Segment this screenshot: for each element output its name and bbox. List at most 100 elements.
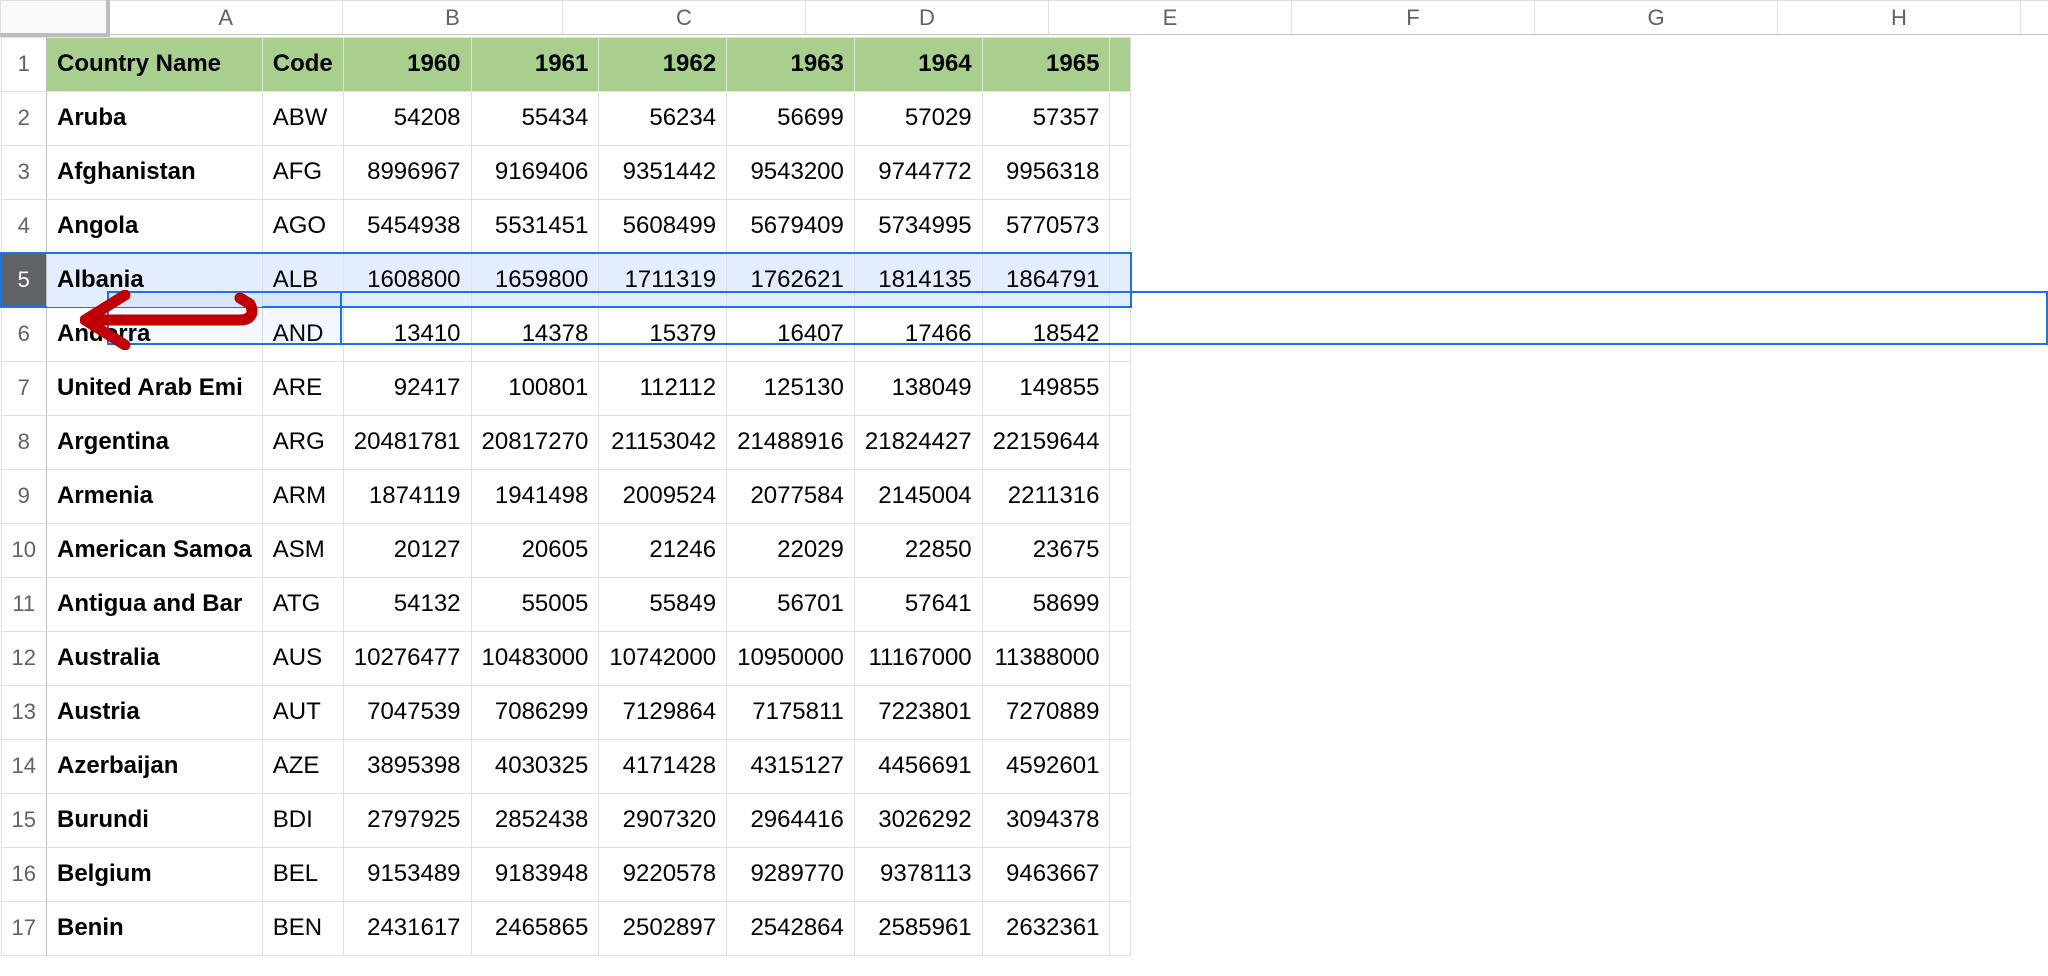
- cell-f7[interactable]: 125130: [727, 361, 855, 415]
- cell-extra-3[interactable]: [1110, 145, 1131, 199]
- cell-c11[interactable]: 54132: [343, 577, 471, 631]
- cell-c5[interactable]: 1608800: [343, 253, 471, 307]
- cell-e13[interactable]: 7129864: [599, 685, 727, 739]
- col-header-b[interactable]: B: [343, 1, 563, 35]
- cell-b13[interactable]: AUT: [262, 685, 343, 739]
- cell-h12[interactable]: 11388000: [982, 631, 1110, 685]
- cell-e3[interactable]: 9351442: [599, 145, 727, 199]
- cell-b15[interactable]: BDI: [262, 793, 343, 847]
- cell-d5[interactable]: 1659800: [471, 253, 599, 307]
- cell-h11[interactable]: 58699: [982, 577, 1110, 631]
- cell-extra-17[interactable]: [1110, 901, 1131, 955]
- col-header-extra[interactable]: [2021, 1, 2048, 35]
- row-header-15[interactable]: 15: [1, 793, 46, 847]
- select-all-corner[interactable]: [1, 1, 108, 35]
- cell-d6[interactable]: 14378: [471, 307, 599, 361]
- cell-d13[interactable]: 7086299: [471, 685, 599, 739]
- cell-f16[interactable]: 9289770: [727, 847, 855, 901]
- cell-b8[interactable]: ARG: [262, 415, 343, 469]
- cell-d15[interactable]: 2852438: [471, 793, 599, 847]
- cell-a11[interactable]: Antigua and Bar: [46, 577, 262, 631]
- cell-h4[interactable]: 5770573: [982, 199, 1110, 253]
- cell-e2[interactable]: 56234: [599, 91, 727, 145]
- cell-a10[interactable]: American Samoa: [46, 523, 262, 577]
- cell-d11[interactable]: 55005: [471, 577, 599, 631]
- cell-c9[interactable]: 1874119: [343, 469, 471, 523]
- cell-f3[interactable]: 9543200: [727, 145, 855, 199]
- cell-c16[interactable]: 9153489: [343, 847, 471, 901]
- cell-f14[interactable]: 4315127: [727, 739, 855, 793]
- cell-a2[interactable]: Aruba: [46, 91, 262, 145]
- row-header-13[interactable]: 13: [1, 685, 46, 739]
- cell-e10[interactable]: 21246: [599, 523, 727, 577]
- row-header-1[interactable]: 1: [1, 37, 46, 91]
- cell-c1[interactable]: 1960: [343, 37, 471, 91]
- cell-f15[interactable]: 2964416: [727, 793, 855, 847]
- cell-extra-5[interactable]: [1110, 253, 1131, 307]
- row-header-5[interactable]: 5: [1, 253, 46, 307]
- cell-extra-16[interactable]: [1110, 847, 1131, 901]
- row-header-6[interactable]: 6: [1, 307, 46, 361]
- cell-e15[interactable]: 2907320: [599, 793, 727, 847]
- col-header-h[interactable]: H: [1778, 1, 2021, 35]
- cell-g7[interactable]: 138049: [854, 361, 982, 415]
- cell-b10[interactable]: ASM: [262, 523, 343, 577]
- cell-c14[interactable]: 3895398: [343, 739, 471, 793]
- cell-extra-14[interactable]: [1110, 739, 1131, 793]
- cell-h9[interactable]: 2211316: [982, 469, 1110, 523]
- cell-h6[interactable]: 18542: [982, 307, 1110, 361]
- cell-b11[interactable]: ATG: [262, 577, 343, 631]
- cell-e9[interactable]: 2009524: [599, 469, 727, 523]
- cell-e12[interactable]: 10742000: [599, 631, 727, 685]
- cell-g9[interactable]: 2145004: [854, 469, 982, 523]
- cell-d16[interactable]: 9183948: [471, 847, 599, 901]
- cell-h1[interactable]: 1965: [982, 37, 1110, 91]
- row-header-3[interactable]: 3: [1, 145, 46, 199]
- cell-h10[interactable]: 23675: [982, 523, 1110, 577]
- cell-c8[interactable]: 20481781: [343, 415, 471, 469]
- cell-a15[interactable]: Burundi: [46, 793, 262, 847]
- cell-e14[interactable]: 4171428: [599, 739, 727, 793]
- cell-extra-13[interactable]: [1110, 685, 1131, 739]
- cell-g1[interactable]: 1964: [854, 37, 982, 91]
- cell-g2[interactable]: 57029: [854, 91, 982, 145]
- cell-d8[interactable]: 20817270: [471, 415, 599, 469]
- cell-c13[interactable]: 7047539: [343, 685, 471, 739]
- row-header-7[interactable]: 7: [1, 361, 46, 415]
- cell-g17[interactable]: 2585961: [854, 901, 982, 955]
- cell-a4[interactable]: Angola: [46, 199, 262, 253]
- cell-c2[interactable]: 54208: [343, 91, 471, 145]
- cell-d4[interactable]: 5531451: [471, 199, 599, 253]
- cell-g3[interactable]: 9744772: [854, 145, 982, 199]
- cell-a14[interactable]: Azerbaijan: [46, 739, 262, 793]
- cell-extra-4[interactable]: [1110, 199, 1131, 253]
- cell-f1[interactable]: 1963: [727, 37, 855, 91]
- cell-f12[interactable]: 10950000: [727, 631, 855, 685]
- cell-e6[interactable]: 15379: [599, 307, 727, 361]
- cell-e5[interactable]: 1711319: [599, 253, 727, 307]
- cell-c15[interactable]: 2797925: [343, 793, 471, 847]
- cell-d1[interactable]: 1961: [471, 37, 599, 91]
- cell-extra-12[interactable]: [1110, 631, 1131, 685]
- col-header-d[interactable]: D: [806, 1, 1049, 35]
- cell-c7[interactable]: 92417: [343, 361, 471, 415]
- cell-e1[interactable]: 1962: [599, 37, 727, 91]
- cell-g15[interactable]: 3026292: [854, 793, 982, 847]
- cell-d2[interactable]: 55434: [471, 91, 599, 145]
- cell-b5[interactable]: ALB: [262, 253, 343, 307]
- row-header-11[interactable]: 11: [1, 577, 46, 631]
- cell-b3[interactable]: AFG: [262, 145, 343, 199]
- cell-a7[interactable]: United Arab Emi: [46, 361, 262, 415]
- cell-g8[interactable]: 21824427: [854, 415, 982, 469]
- col-header-f[interactable]: F: [1292, 1, 1535, 35]
- cell-e11[interactable]: 55849: [599, 577, 727, 631]
- cell-b17[interactable]: BEN: [262, 901, 343, 955]
- cell-a6[interactable]: Andorra: [46, 307, 262, 361]
- cell-e7[interactable]: 112112: [599, 361, 727, 415]
- cell-g12[interactable]: 11167000: [854, 631, 982, 685]
- cell-e16[interactable]: 9220578: [599, 847, 727, 901]
- cell-f5[interactable]: 1762621: [727, 253, 855, 307]
- row-header-10[interactable]: 10: [1, 523, 46, 577]
- row-header-14[interactable]: 14: [1, 739, 46, 793]
- cell-b12[interactable]: AUS: [262, 631, 343, 685]
